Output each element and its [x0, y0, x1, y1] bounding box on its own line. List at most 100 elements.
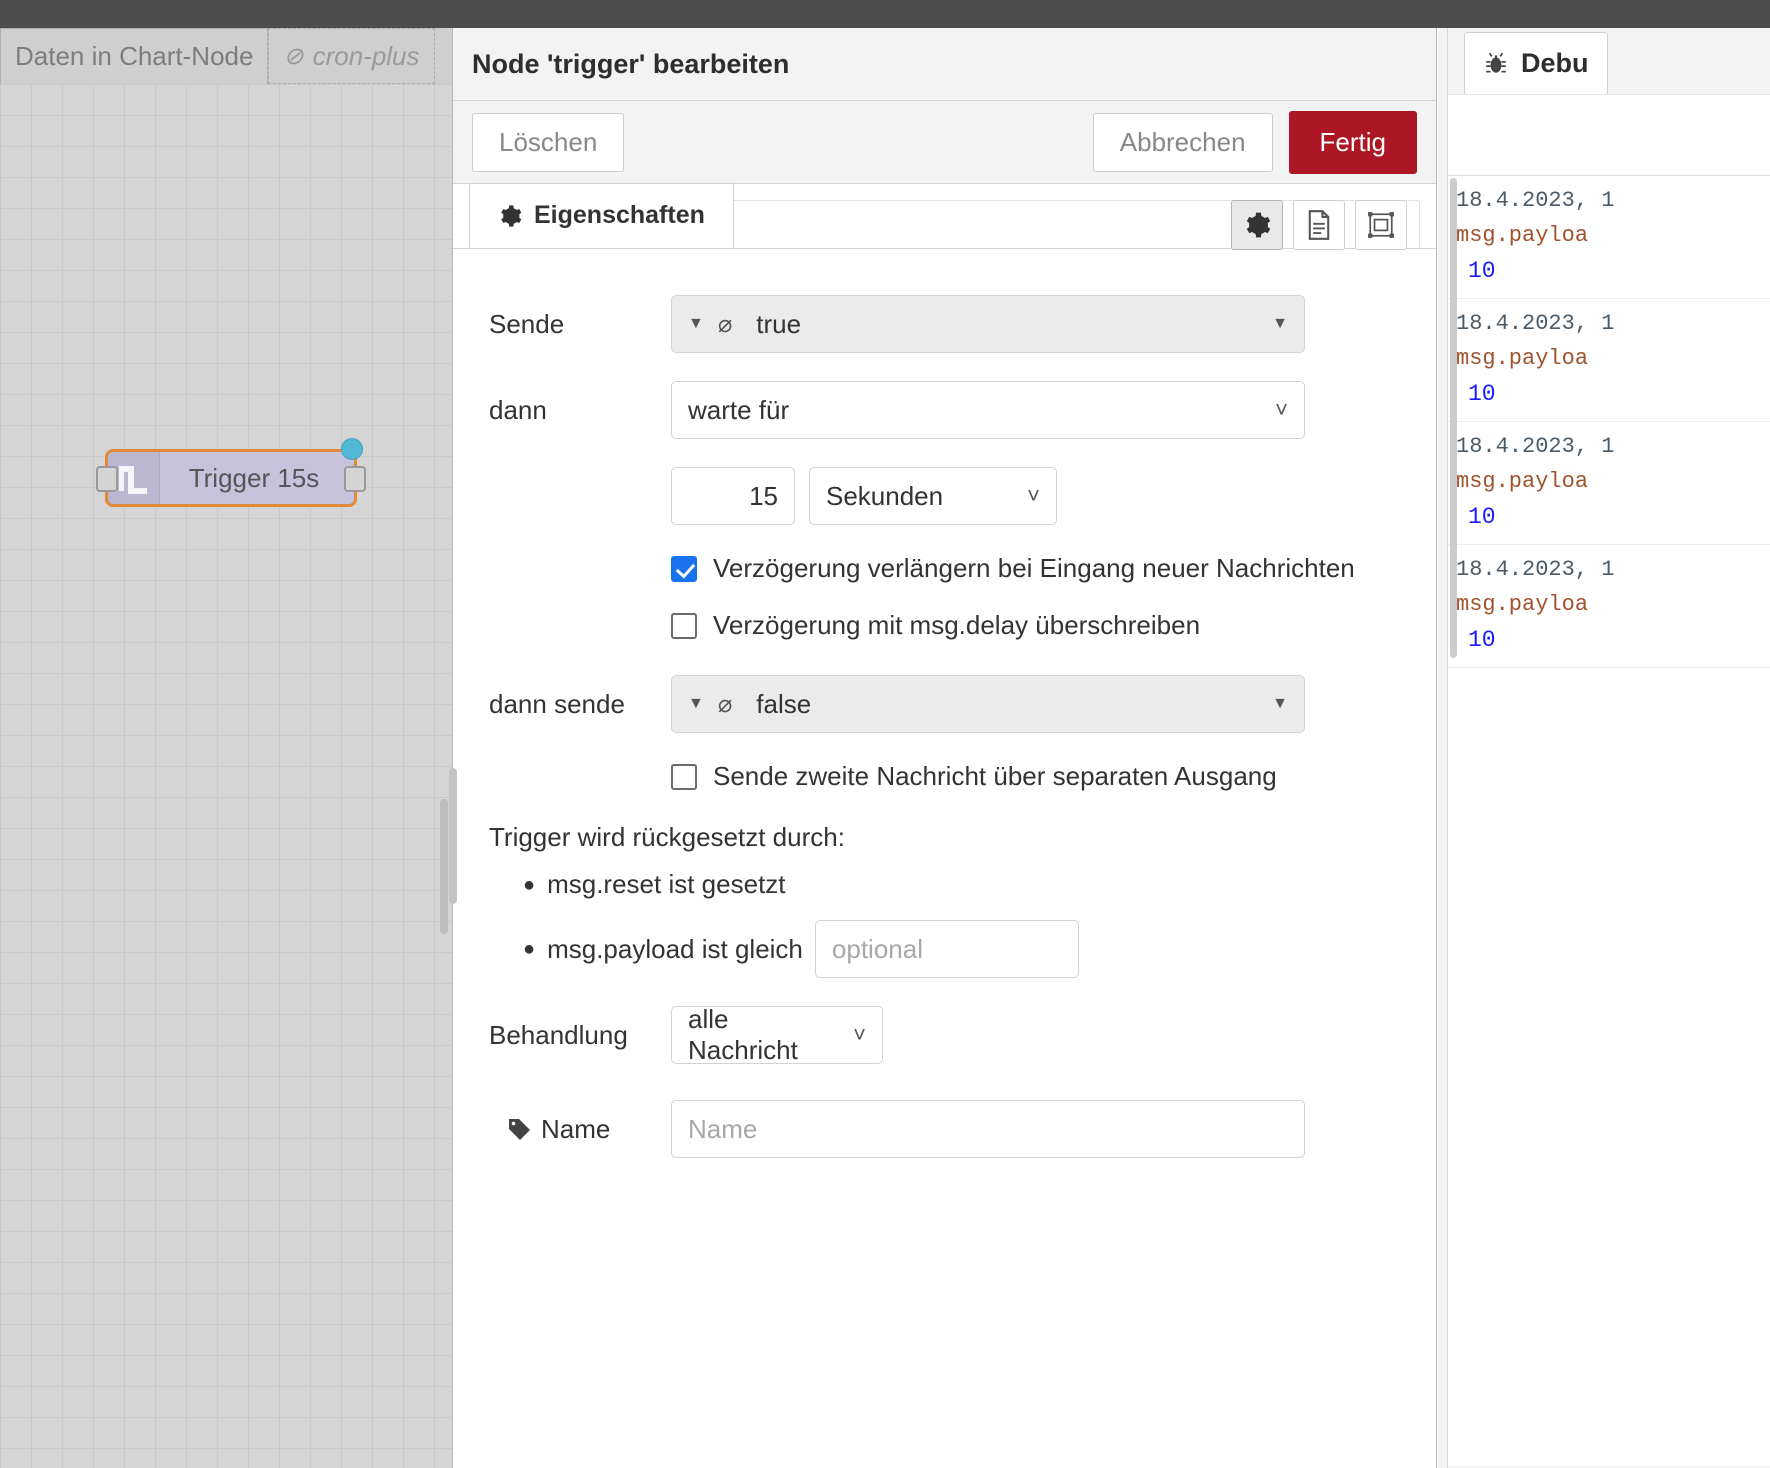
node-settings-icon-button[interactable] [1231, 199, 1283, 250]
then-select[interactable]: warte für ˅ [671, 381, 1305, 439]
duration-input[interactable] [671, 467, 795, 525]
list-item[interactable]: 18.4.2023, 1 msg.payloa 10 [1438, 422, 1770, 545]
tray-resize-handle[interactable] [449, 768, 457, 904]
name-label: Name [541, 1113, 611, 1144]
form-row-duration: Sekunden ˅ [453, 467, 1436, 525]
boolean-icon: ⌀ [717, 310, 733, 338]
flow-tab-daten-in-chart-node[interactable]: Daten in Chart-Node [0, 28, 269, 84]
node-output-port[interactable] [344, 466, 366, 492]
flow-tab-label: Daten in Chart-Node [15, 41, 254, 71]
dialog-button-bar: Löschen Abbrechen Fertig [453, 101, 1436, 184]
then-value: warte für [688, 394, 790, 425]
debug-topic: msg.payloa [1456, 223, 1589, 248]
gear-icon [501, 204, 522, 227]
flow-tab-strip[interactable]: Daten in Chart-Node ⊘ cron-plus [0, 28, 452, 84]
then-label: dann [489, 394, 547, 425]
no-entry-icon: ⊘ [283, 42, 304, 70]
debug-timestamp: 18.4.2023, 1 [1456, 434, 1615, 459]
debug-value: 10 [1468, 627, 1496, 653]
send-typed-input[interactable]: ▼ ⌀ true ▼ [671, 295, 1305, 353]
debug-topic: msg.payloa [1456, 592, 1589, 617]
trigger-node-label: Trigger 15s [188, 462, 320, 493]
chevron-down-icon[interactable]: ▼ [688, 695, 704, 713]
second-output-checkbox[interactable] [671, 763, 697, 790]
flow-canvas[interactable]: Trigger 15s [0, 84, 452, 1468]
extend-delay-label: Verzögerung verlängern bei Eingang neuer… [713, 553, 1355, 583]
debug-message-list[interactable]: 18.4.2023, 1 msg.payloa 10 18.4.2023, 1 … [1438, 176, 1770, 1466]
debug-timestamp: 18.4.2023, 1 [1456, 557, 1615, 582]
flow-tab-label: cron-plus [312, 40, 420, 71]
edit-node-dialog: Node 'trigger' bearbeiten Löschen Abbrec… [449, 28, 1437, 1468]
form-row-send: Sende ▼ ⌀ true ▼ [453, 295, 1436, 353]
reset-item-text: msg.reset ist gesetzt [547, 869, 786, 899]
node-appearance-icon-button[interactable] [1355, 199, 1407, 250]
form-row-then-send: dann sende ▼ ⌀ false ▼ [453, 675, 1436, 733]
chevron-down-icon[interactable]: ▼ [1272, 315, 1288, 333]
delete-button[interactable]: Löschen [472, 112, 625, 172]
list-item[interactable]: 18.4.2023, 1 msg.payloa 10 [1438, 176, 1770, 299]
tab-eigenschaften-label: Eigenschaften [534, 201, 705, 229]
duration-unit-value: Sekunden [826, 480, 944, 511]
debug-value: 10 [1468, 504, 1496, 530]
trigger-node-form: Sende ▼ ⌀ true ▼ dann warte für ˅ 15 Sek… [453, 249, 1436, 1158]
bullet-icon: ● [523, 873, 536, 896]
sidebar-scrollbar[interactable] [1450, 178, 1457, 658]
boolean-icon: ⌀ [717, 690, 733, 718]
app-header-bar [0, 0, 1770, 28]
chevron-down-icon[interactable]: ▼ [688, 315, 704, 333]
duration-unit-select[interactable]: Sekunden ˅ [809, 467, 1057, 525]
tab-debug[interactable]: Debu [1464, 32, 1608, 94]
then-send-value: false [756, 688, 812, 719]
name-input[interactable] [671, 1100, 1305, 1158]
node-changed-indicator [341, 438, 363, 460]
then-send-typed-input[interactable]: ▼ ⌀ false ▼ [671, 675, 1305, 733]
dialog-titlebar: Node 'trigger' bearbeiten [453, 28, 1436, 101]
node-input-port[interactable] [96, 466, 118, 492]
list-item[interactable]: 18.4.2023, 1 msg.payloa 10 [1438, 299, 1770, 422]
tab-debug-label: Debu [1521, 48, 1589, 78]
flow-tab-cron-plus[interactable]: ⊘ cron-plus [268, 28, 435, 84]
list-item[interactable]: 18.4.2023, 1 msg.payloa 10 [1438, 545, 1770, 668]
debug-value: 10 [1468, 381, 1496, 407]
extend-delay-checkbox[interactable] [671, 555, 697, 582]
pulse-icon [118, 466, 147, 494]
done-button[interactable]: Fertig [1288, 110, 1417, 174]
node-description-icon-button[interactable] [1293, 199, 1345, 250]
appearance-icon [1368, 211, 1394, 238]
chevron-down-icon[interactable]: ▼ [1272, 695, 1288, 713]
name-label-container: Name [489, 1114, 671, 1145]
override-delay-label: Verzögerung mit msg.delay überschreiben [713, 610, 1201, 640]
debug-timestamp: 18.4.2023, 1 [1456, 188, 1615, 213]
sidebar-tab-strip: Debu [1438, 28, 1770, 94]
handling-select[interactable]: alle Nachricht ˅ [671, 1004, 883, 1065]
reset-payload-input[interactable] [814, 920, 1079, 978]
description-icon [1308, 209, 1330, 240]
reset-section-title: Trigger wird rückgesetzt durch: [489, 822, 845, 852]
bug-icon [1486, 52, 1506, 73]
node-red-editor: Daten in Chart-Node ⊘ cron-plus Trigger … [0, 0, 1770, 1468]
sidebar-resize-handle[interactable] [1438, 28, 1448, 1468]
dialog-tab-strip: Eigenschaften [453, 183, 1436, 250]
reset-conditions-list: ● msg.reset ist gesetzt ● msg.payload is… [453, 869, 1436, 978]
handling-label: Behandlung [489, 1019, 628, 1050]
dialog-tab-filler [732, 199, 1420, 250]
chevron-down-icon: ˅ [1275, 397, 1288, 422]
dialog-title: Node 'trigger' bearbeiten [472, 48, 790, 79]
debug-toolbar[interactable] [1438, 94, 1770, 176]
form-row-name: Name [453, 1100, 1436, 1158]
tab-eigenschaften[interactable]: Eigenschaften [469, 183, 734, 248]
bullet-icon: ● [523, 938, 536, 960]
canvas-scrollbar[interactable] [440, 799, 448, 934]
trigger-node[interactable]: Trigger 15s [96, 438, 366, 507]
override-delay-row[interactable]: Verzögerung mit msg.delay überschreiben [453, 610, 1436, 641]
reset-item-text: msg.payload ist gleich [547, 933, 803, 964]
cancel-button[interactable]: Abbrechen [1092, 112, 1273, 172]
list-item: ● msg.reset ist gesetzt [523, 869, 1436, 900]
extend-delay-row[interactable]: Verzögerung verlängern bei Eingang neuer… [453, 553, 1436, 584]
list-item: ● msg.payload ist gleich [523, 920, 1436, 978]
flow-workspace[interactable]: Daten in Chart-Node ⊘ cron-plus Trigger … [0, 28, 452, 1468]
second-output-row[interactable]: Sende zweite Nachricht über separaten Au… [453, 761, 1436, 792]
debug-sidebar: Debu 18.4.2023, 1 msg.payloa 10 18.4.202… [1438, 28, 1770, 1468]
form-row-then: dann warte für ˅ [453, 381, 1436, 439]
override-delay-checkbox[interactable] [671, 612, 697, 639]
